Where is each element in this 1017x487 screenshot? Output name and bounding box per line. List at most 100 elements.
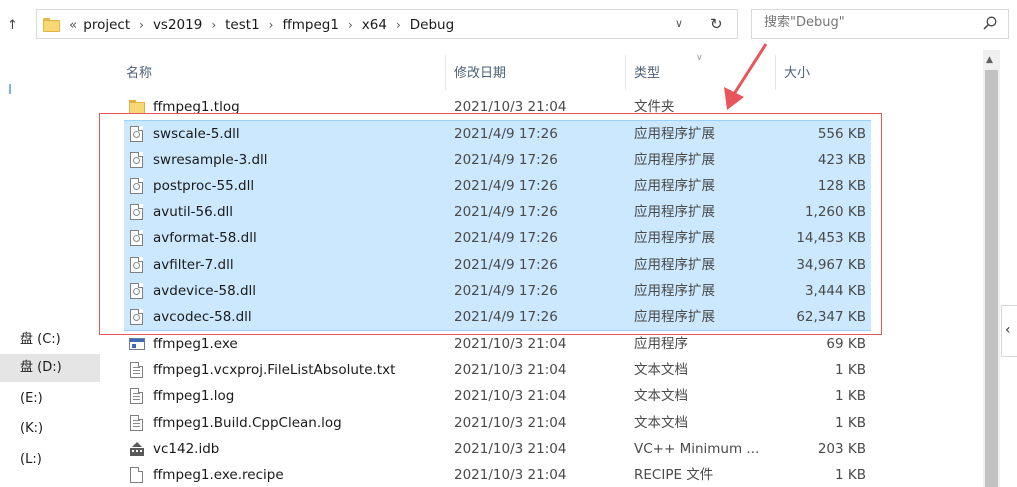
text-file-icon	[129, 388, 145, 405]
breadcrumb-item-vs2019[interactable]: vs2019	[153, 17, 202, 33]
refresh-icon[interactable]: ↻	[710, 15, 723, 33]
file-date: 2021/4/9 17:26	[454, 204, 558, 221]
file-date: 2021/10/3 21:04	[454, 440, 567, 457]
file-type: 应用程序扩展	[634, 126, 715, 143]
breadcrumb-item-project[interactable]: project	[83, 17, 130, 33]
dll-icon	[129, 283, 145, 300]
dll-icon	[129, 177, 145, 194]
breadcrumb-item-ffmpeg1[interactable]: ffmpeg1	[282, 17, 339, 33]
file-icon	[129, 467, 145, 484]
dll-icon	[129, 309, 145, 326]
file-date: 2021/10/3 21:04	[454, 388, 567, 405]
file-size: 556 KB	[817, 126, 866, 143]
file-list: ffmpeg1.tlog 2021/10/3 21:04 文件夹 swscale-5.…	[124, 94, 871, 487]
file-size: 1,260 KB	[804, 204, 866, 221]
search-input[interactable]	[764, 15, 964, 30]
up-arrow-icon[interactable]: ↑	[7, 18, 18, 33]
idb-icon	[129, 441, 145, 457]
file-row[interactable]: ffmpeg1.log 2021/10/3 21:04 文本文档 1 KB	[124, 383, 871, 409]
nav-item-drive-k[interactable]: (K:)	[0, 415, 100, 443]
file-size: 62,347 KB	[796, 309, 866, 326]
file-row[interactable]: ffmpeg1.vcxproj.FileListAbsolute.txt 2021…	[124, 357, 871, 383]
file-row[interactable]: avdevice-58.dll 2021/4/9 17:26 应用程序扩展 3,444…	[124, 278, 871, 305]
navigation-pane: 盘 (C:) 盘 (D:) (E:) (K:) (L:)	[0, 50, 100, 487]
file-row[interactable]: avfilter-7.dll 2021/4/9 17:26 应用程序扩展 34,967…	[124, 251, 871, 279]
file-name: avcodec-58.dll	[153, 309, 252, 326]
file-type: 应用程序扩展	[634, 204, 715, 221]
chevron-down-icon[interactable]: ∨	[675, 17, 683, 30]
collapse-pane-button[interactable]: ‹	[1001, 305, 1017, 357]
file-row[interactable]: swresample-3.dll 2021/4/9 17:26 应用程序扩展 423 …	[124, 146, 871, 173]
file-date: 2021/4/9 17:26	[454, 283, 558, 300]
file-row[interactable]: ffmpeg1.tlog 2021/10/3 21:04 文件夹	[124, 94, 871, 120]
file-date: 2021/4/9 17:26	[454, 177, 558, 194]
file-row[interactable]: postproc-55.dll 2021/4/9 17:26 应用程序扩展 128 K…	[124, 172, 871, 200]
file-name: avfilter-7.dll	[153, 256, 234, 273]
breadcrumb-overflow[interactable]: «	[69, 17, 77, 33]
chevron-right-icon[interactable]: ›	[211, 18, 216, 32]
file-type: 应用程序扩展	[634, 309, 715, 326]
file-size: 423 KB	[817, 151, 866, 168]
file-date: 2021/4/9 17:26	[454, 230, 558, 247]
file-size: 69 KB	[826, 335, 866, 352]
sort-caret-icon: ∨	[696, 53, 703, 63]
file-row[interactable]: swscale-5.dll 2021/4/9 17:26 应用程序扩展 556 KB	[124, 120, 871, 147]
file-date: 2021/4/9 17:26	[454, 151, 558, 168]
file-date: 2021/10/3 21:04	[454, 99, 567, 115]
file-row[interactable]: avutil-56.dll 2021/4/9 17:26 应用程序扩展 1,260 K…	[124, 199, 871, 226]
column-header-size[interactable]: 大小	[784, 62, 810, 81]
file-row[interactable]: avcodec-58.dll 2021/4/9 17:26 应用程序扩展 62,347…	[124, 304, 871, 331]
file-type: 应用程序扩展	[634, 151, 715, 168]
chevron-right-icon[interactable]: ›	[396, 18, 401, 32]
dll-icon	[129, 230, 145, 247]
file-row[interactable]: ffmpeg1.exe.recipe 2021/10/3 21:04 RECIPE …	[124, 462, 871, 487]
file-size: 128 KB	[817, 177, 866, 194]
column-divider[interactable]	[445, 55, 446, 90]
file-size: 203 KB	[817, 440, 866, 457]
file-row[interactable]: ffmpeg1.exe 2021/10/3 21:04 应用程序 69 KB	[124, 331, 871, 357]
file-size: 3,444 KB	[804, 283, 866, 300]
nav-item-drive-e[interactable]: (E:)	[0, 385, 100, 413]
file-size	[774, 94, 866, 120]
file-type: RECIPE 文件	[634, 467, 714, 484]
nav-item-drive-d[interactable]: 盘 (D:)	[0, 354, 100, 382]
vertical-scrollbar[interactable]: ▲	[983, 50, 1000, 487]
dll-icon	[129, 126, 145, 143]
column-header-name[interactable]: 名称	[126, 62, 152, 81]
chevron-right-icon[interactable]: ›	[139, 18, 144, 32]
exe-icon	[129, 336, 145, 352]
file-name: ffmpeg1.tlog	[153, 99, 240, 115]
nav-item-drive-c[interactable]: 盘 (C:)	[0, 326, 100, 354]
column-divider[interactable]	[775, 55, 776, 90]
file-date: 2021/4/9 17:26	[454, 309, 558, 326]
column-divider[interactable]	[625, 55, 626, 90]
file-row[interactable]: ffmpeg1.Build.CppClean.log 2021/10/3 21:0…	[124, 410, 871, 436]
address-bar[interactable]: « project › vs2019 › test1 › ffmpeg1 › x…	[36, 9, 738, 39]
file-name: ffmpeg1.log	[153, 388, 235, 405]
nav-item-drive-l[interactable]: (L:)	[0, 446, 100, 474]
file-row[interactable]: vc142.idb 2021/10/3 21:04 VC++ Minimum ...…	[124, 436, 871, 462]
scroll-thumb[interactable]	[985, 70, 998, 487]
chevron-left-icon: ‹	[1005, 322, 1011, 338]
column-header-date[interactable]: 修改日期	[454, 62, 506, 81]
breadcrumb-item-test1[interactable]: test1	[225, 17, 260, 33]
file-size: 1 KB	[835, 361, 866, 378]
text-file-icon	[129, 414, 145, 431]
chevron-right-icon[interactable]: ›	[348, 18, 353, 32]
file-size: 1 KB	[835, 414, 866, 431]
breadcrumb-item-debug[interactable]: Debug	[410, 17, 454, 33]
dll-icon	[129, 256, 145, 273]
file-type: 应用程序扩展	[634, 230, 715, 247]
breadcrumb: « project › vs2019 › test1 › ffmpeg1 › x…	[69, 16, 454, 34]
search-icon[interactable]	[982, 15, 998, 31]
file-date: 2021/10/3 21:04	[454, 414, 567, 431]
search-box[interactable]	[751, 9, 1009, 39]
chevron-right-icon[interactable]: ›	[269, 18, 274, 32]
column-header-type[interactable]: 类型	[634, 62, 660, 81]
breadcrumb-item-x64[interactable]: x64	[362, 17, 387, 33]
file-name: vc142.idb	[153, 440, 220, 457]
file-name: ffmpeg1.Build.CppClean.log	[153, 414, 342, 431]
scroll-up-icon[interactable]: ▲	[986, 55, 993, 65]
file-date: 2021/4/9 17:26	[454, 256, 558, 273]
file-row[interactable]: avformat-58.dll 2021/4/9 17:26 应用程序扩展 14,45…	[124, 225, 871, 252]
